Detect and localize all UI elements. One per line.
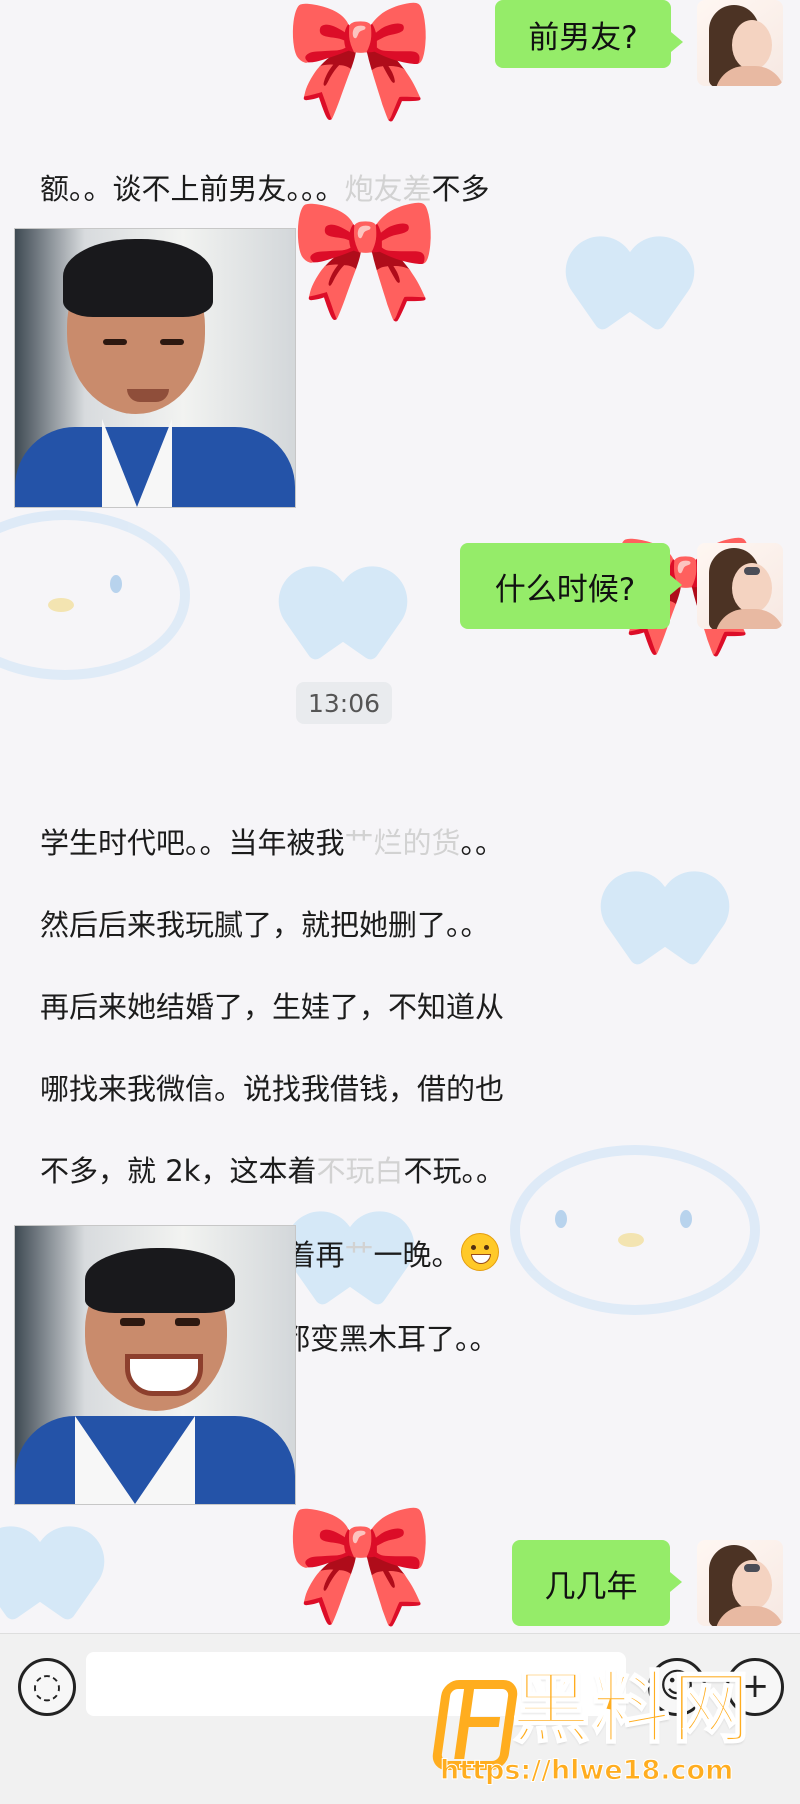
watermark-brand: 黑料网: [511, 1664, 753, 1754]
photo-person-hair: [63, 239, 213, 317]
photo-eye: [120, 1318, 145, 1326]
reaction-photo[interactable]: [14, 228, 296, 508]
photo-mouth: [127, 389, 169, 402]
reaction-photo[interactable]: [14, 1225, 296, 1505]
message-line: 再后来她结婚了，生娃了，不知道从: [40, 990, 505, 1024]
message-timestamp: 13:06: [296, 682, 392, 724]
photo-person-hair: [85, 1248, 235, 1313]
heart-decoration-icon: [565, 235, 695, 325]
message-line: 然后后来我玩腻了，就把她删了。。: [40, 908, 490, 942]
heart-decoration-icon: [0, 1525, 105, 1615]
laughing-emoji-icon: [460, 1233, 499, 1271]
message-bubble[interactable]: 几几年: [512, 1540, 682, 1626]
message-text: 额。。谈不上前男友。。。: [40, 172, 345, 206]
photo-eye: [160, 339, 184, 345]
voice-icon[interactable]: ◌: [18, 1658, 76, 1716]
message-bubble[interactable]: 什么时候?: [460, 543, 682, 629]
photo-eye: [103, 339, 127, 345]
watermark-url: https://hlwe18.com: [439, 1755, 734, 1786]
profile-avatar-icon[interactable]: [697, 0, 783, 86]
message-bubble[interactable]: 前男友?: [495, 0, 683, 68]
bow-decoration-icon: 🎀: [285, 1495, 435, 1634]
message-line: 学生时代吧。。当年被我艹烂的货。。: [40, 826, 505, 860]
message-line: 哪找来我微信。说找我借钱，借的也: [40, 1072, 505, 1106]
bow-decoration-icon: 🎀: [290, 190, 440, 329]
kitty-decoration-icon: [510, 1145, 760, 1315]
heart-decoration-icon: [278, 565, 408, 655]
bow-decoration-icon: 🎀: [285, 0, 435, 129]
watermark: 黑料网 https://hlwe18.com: [430, 1664, 767, 1786]
kitty-decoration-icon: [0, 510, 190, 680]
censored-text: 炮友差: [344, 172, 432, 206]
message-text: 不多: [431, 172, 490, 206]
photo-eye: [175, 1318, 200, 1326]
profile-avatar-icon[interactable]: [697, 1540, 783, 1626]
message-line: 不多，就 2k，这本着不玩白不玩。。: [40, 1154, 505, 1188]
heart-decoration-icon: [600, 870, 730, 960]
received-text-message[interactable]: 额。。谈不上前男友。。。炮友差不多: [40, 128, 490, 210]
profile-avatar-icon[interactable]: [697, 543, 783, 629]
photo-smile: [125, 1354, 203, 1396]
